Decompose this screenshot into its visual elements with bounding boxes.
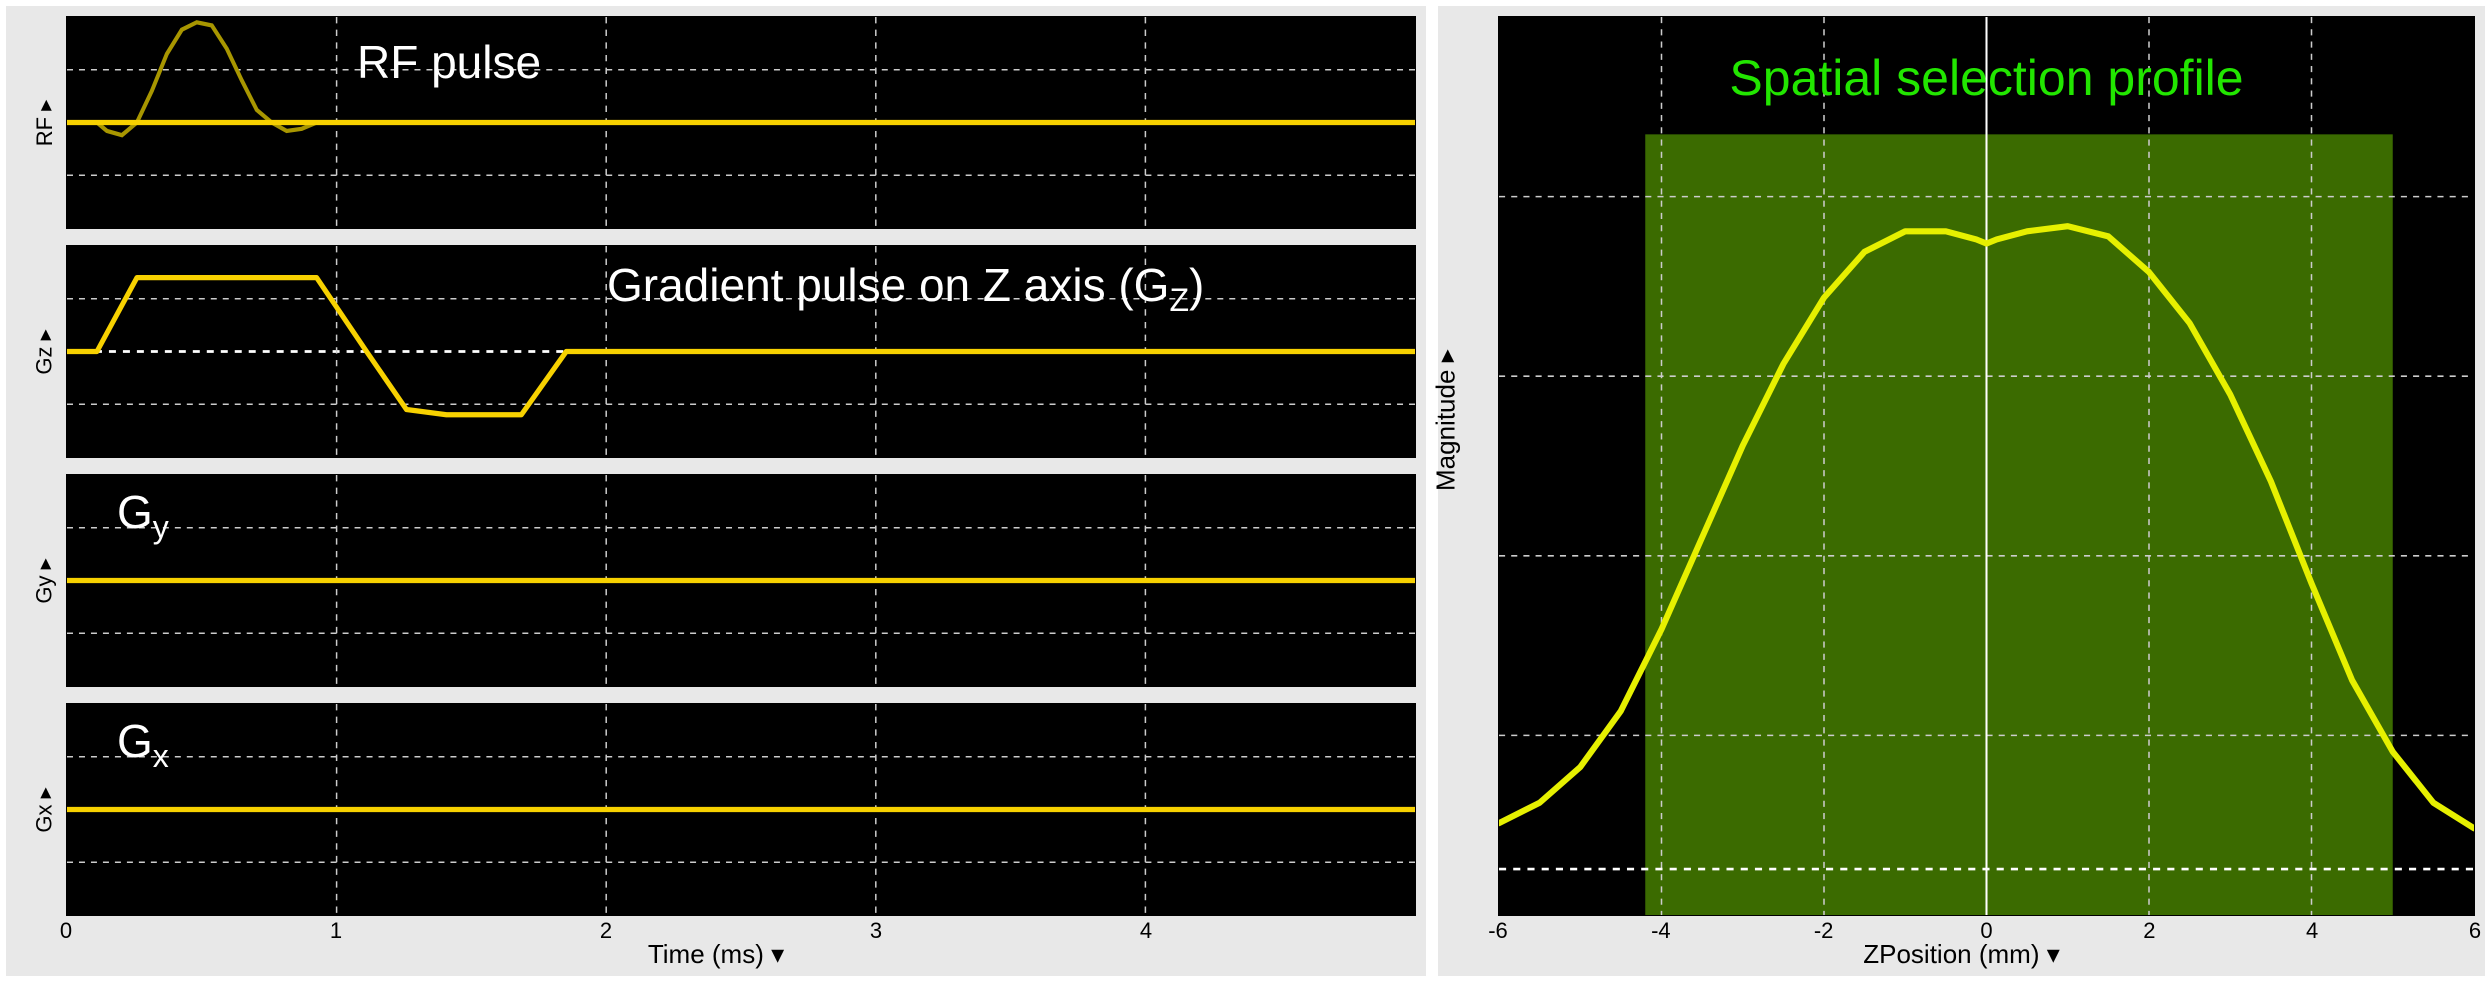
selection-box: [1645, 134, 2393, 915]
zpos-axis-ticks: -6 -4 -2 0 2 4 6: [1498, 918, 2475, 940]
root: RF ▸ RF pulse Gz ▸: [0, 0, 2491, 983]
zpos-axis-label[interactable]: ZPosition (mm) ▾: [1438, 939, 2485, 970]
axis-label-gy: Gy ▸: [32, 558, 58, 603]
track-stack: RF ▸ RF pulse Gz ▸: [66, 16, 1416, 916]
pulse-sequence-panel: RF ▸ RF pulse Gz ▸: [6, 6, 1426, 976]
profile-svg: [1499, 17, 2474, 915]
time-axis-ticks: 0 1 2 3 4: [66, 918, 1416, 940]
axis-label-gz: Gz ▸: [32, 329, 58, 374]
axis-label-rf: RF ▸: [32, 99, 58, 145]
gz-plot: [67, 246, 1415, 457]
track-gx: Gx ▸ Gx: [66, 703, 1416, 916]
track-gz: Gz ▸ Gradient pulse on Z axis (GZ): [66, 245, 1416, 458]
rf-plot: [67, 17, 1415, 228]
magnitude-axis-label[interactable]: Magnitude ▸: [1431, 349, 1462, 491]
axis-label-gx: Gx ▸: [32, 787, 58, 832]
track-rf: RF ▸ RF pulse: [66, 16, 1416, 229]
time-axis-label[interactable]: Time (ms) ▾: [6, 939, 1426, 970]
profile-plot: Spatial selection profile: [1498, 16, 2475, 916]
gx-plot: [67, 704, 1415, 915]
spatial-profile-panel: Spatial selection profile Magnitude ▸ -6…: [1438, 6, 2485, 976]
gy-plot: [67, 475, 1415, 686]
track-gy: Gy ▸ Gy: [66, 474, 1416, 687]
